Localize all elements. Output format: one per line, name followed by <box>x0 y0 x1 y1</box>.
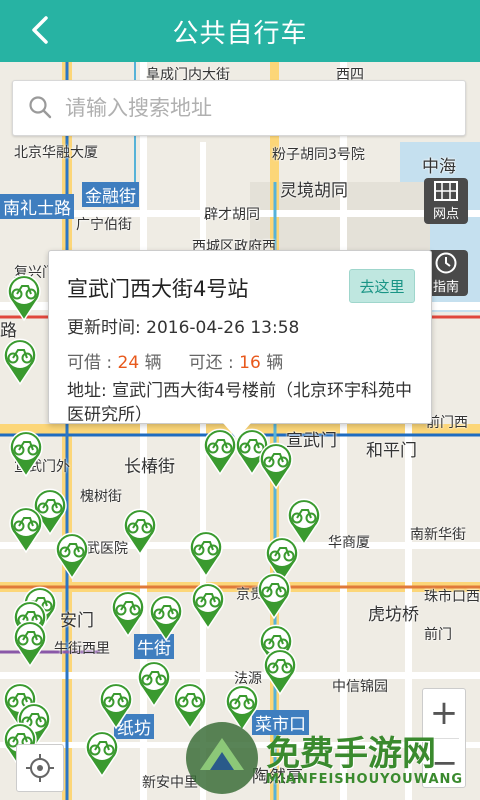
address-value: 宣武门西大街4号楼前（北京环宇科苑中医研究所） <box>67 381 412 425</box>
map-label: 中海 <box>422 157 456 177</box>
bike-station-marker[interactable] <box>146 592 186 642</box>
bike-station-marker[interactable] <box>82 728 122 778</box>
bike-station-marker[interactable] <box>188 580 228 630</box>
watermark-text: 免费手游网 <box>266 734 436 774</box>
map-label: 牛街西里 <box>54 641 110 657</box>
map-label: 南新华街 <box>410 527 466 543</box>
map-label: 长椿街 <box>124 457 175 477</box>
borrow-unit: 辆 <box>139 353 162 373</box>
bike-station-marker[interactable] <box>4 272 44 322</box>
back-button[interactable] <box>22 12 58 48</box>
update-time-row: 更新时间: 2016-04-26 13:58 <box>67 313 413 338</box>
bike-station-marker[interactable] <box>6 504 46 554</box>
bike-station-marker[interactable] <box>256 440 296 490</box>
bike-station-marker[interactable] <box>260 646 300 696</box>
bike-station-marker[interactable] <box>0 336 40 386</box>
page-title: 公共自行车 <box>172 18 308 49</box>
borrow-label: 可借 : <box>67 353 118 373</box>
map-label: 广宁伯街 <box>76 217 132 233</box>
map-label: 前门 <box>424 627 452 643</box>
search-icon <box>29 96 52 119</box>
search-input[interactable] <box>65 96 465 120</box>
borrow-count: 24 <box>117 353 140 373</box>
bike-station-marker[interactable] <box>108 588 148 638</box>
map-label: 安门 <box>60 611 94 631</box>
map-label: 槐树街 <box>80 489 122 505</box>
bike-station-marker[interactable] <box>186 528 226 578</box>
goto-button[interactable]: 去这里 <box>349 269 415 303</box>
map-label: 灵境胡同 <box>280 181 348 201</box>
map-label: 南礼士路 <box>0 194 74 219</box>
availability-row: 可借 : 24 辆 可还 : 16 辆 <box>67 348 413 373</box>
map-label: 中信锦园 <box>332 679 388 695</box>
map-label: 前门西 <box>426 415 468 431</box>
app-header: 公共自行车 <box>0 0 480 62</box>
return-count: 16 <box>239 353 261 373</box>
bike-station-marker[interactable] <box>120 506 160 556</box>
bike-station-marker[interactable] <box>96 680 136 730</box>
map-label: 华商厦 <box>328 535 370 551</box>
outlets-label: 网点 <box>432 207 459 222</box>
address-row: 地址: 宣武门西大街4号楼前（北京环宇科苑中医研究所） <box>67 379 413 427</box>
guide-label: 指南 <box>432 280 459 295</box>
crosshair-icon <box>26 754 54 782</box>
bike-station-marker[interactable] <box>52 530 92 580</box>
map-label: 辟才胡同 <box>204 207 260 223</box>
clock-icon <box>435 252 457 274</box>
return-label: 可还 : <box>188 353 240 373</box>
update-time-label: 更新时间: <box>67 318 147 338</box>
chevron-left-icon <box>32 16 48 44</box>
bike-station-marker[interactable] <box>134 658 174 708</box>
map-label: 粉子胡同3号院 <box>272 147 365 163</box>
bike-station-marker[interactable] <box>10 618 50 668</box>
locate-button[interactable] <box>16 744 64 792</box>
outlets-button[interactable]: 网点 <box>424 178 468 224</box>
map-icon <box>434 181 458 201</box>
bike-station-marker[interactable] <box>254 570 294 620</box>
watermark-subtext: MIANFEISHOUYOUWANG <box>266 772 464 787</box>
search-bar[interactable] <box>12 80 466 136</box>
bike-station-marker[interactable] <box>6 428 46 478</box>
map-label: 珠市口西 <box>424 589 480 605</box>
map-label: 虎坊桥 <box>368 605 419 625</box>
update-time-value: 2016-04-26 13:58 <box>146 318 300 338</box>
map-label: 和平门 <box>366 441 417 461</box>
watermark-logo-icon <box>186 722 258 794</box>
address-label: 地址: <box>67 381 113 401</box>
map-label: 北京华融大厦 <box>14 145 98 161</box>
station-info-popup: 宣武门西大街4号站 去这里 更新时间: 2016-04-26 13:58 可借 … <box>48 250 432 439</box>
map-label: 金融街 <box>82 182 139 207</box>
return-unit: 辆 <box>260 353 284 373</box>
watermark: 免费手游网 MIANFEISHOUYOUWANG <box>180 716 480 800</box>
